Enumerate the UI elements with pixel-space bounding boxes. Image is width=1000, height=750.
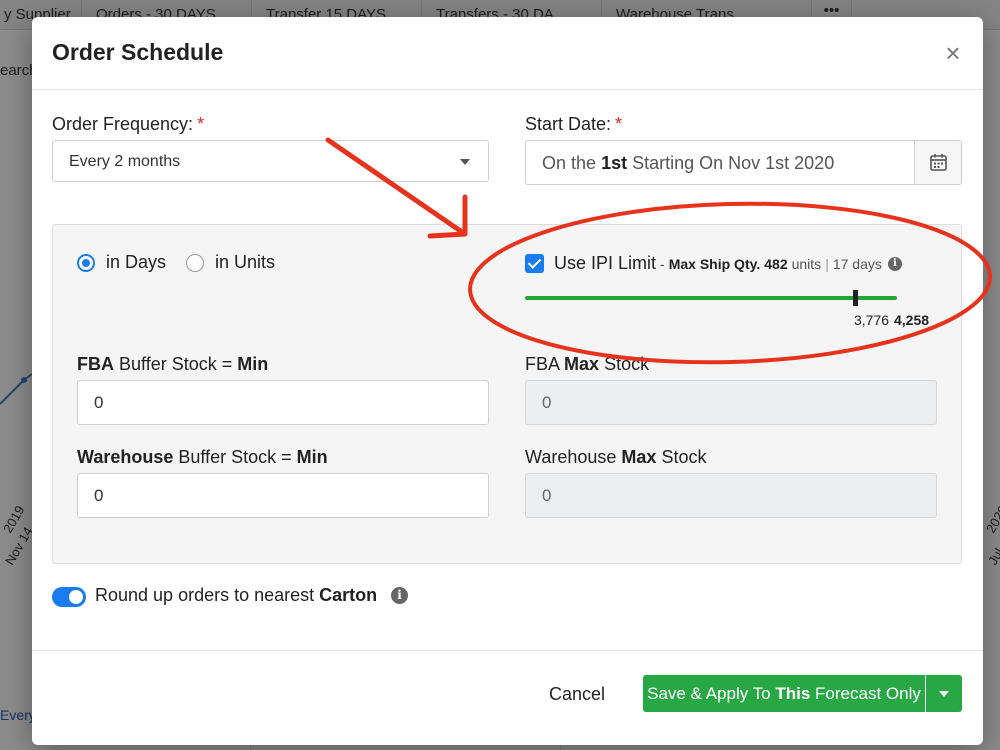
- radio-icon-unchecked: [186, 253, 204, 272]
- info-icon[interactable]: i: [391, 587, 408, 604]
- round-up-toggle[interactable]: [52, 587, 86, 607]
- ipi-limit-label: Use IPI Limit: [554, 253, 657, 273]
- round-up-label: Round up orders to nearest Carton: [95, 585, 378, 605]
- save-apply-button[interactable]: Save & Apply To This Forecast Only: [643, 675, 925, 712]
- order-frequency-value: Every 2 months: [69, 153, 181, 170]
- warehouse-max-label: Warehouse Max Stock: [525, 447, 707, 467]
- fba-max-label: FBA Max Stock: [525, 354, 650, 374]
- start-date-label: Start Date: *: [525, 114, 623, 134]
- max-ship-label: Max Ship Qty.: [668, 255, 761, 272]
- close-icon[interactable]: ×: [941, 39, 965, 67]
- max-ship-qty: 482: [764, 255, 788, 272]
- radio-in-days[interactable]: in Days: [77, 252, 166, 273]
- modal-header: Order Schedule ×: [32, 17, 983, 90]
- required-mark: *: [615, 114, 623, 134]
- order-frequency-label: Order Frequency: *: [52, 114, 205, 134]
- calendar-icon: [930, 154, 947, 171]
- radio-in-units[interactable]: in Units: [186, 252, 275, 273]
- warehouse-buffer-input[interactable]: 0: [77, 473, 489, 518]
- fba-buffer-input[interactable]: 0: [77, 380, 489, 425]
- info-icon[interactable]: i: [887, 256, 902, 271]
- ipi-slider-current: 3,776: [854, 312, 890, 328]
- radio-icon-checked: [77, 253, 95, 272]
- ipi-slider-track[interactable]: [525, 296, 897, 300]
- ipi-days: 17 days: [832, 255, 882, 272]
- fba-max-input: 0: [525, 380, 937, 425]
- warehouse-max-input: 0: [525, 473, 937, 518]
- chevron-down-icon: [460, 159, 470, 165]
- start-date-field[interactable]: On the 1st Starting On Nov 1st 2020: [525, 140, 915, 185]
- ipi-limit-row: Use IPI Limit - Max Ship Qty. 482 units …: [525, 253, 902, 274]
- fba-buffer-label: FBA Buffer Stock = Min: [77, 354, 269, 374]
- warehouse-buffer-label: Warehouse Buffer Stock = Min: [77, 447, 328, 467]
- calendar-button[interactable]: [914, 140, 962, 185]
- ipi-slider-handle[interactable]: [853, 290, 858, 306]
- ipi-slider-max: 4,258: [894, 312, 930, 328]
- ipi-limit-checkbox[interactable]: [525, 254, 544, 273]
- order-frequency-select[interactable]: Every 2 months: [52, 140, 489, 182]
- modal-title: Order Schedule: [52, 39, 224, 65]
- modal-footer-divider: [32, 650, 983, 651]
- start-date-day: 1st: [601, 153, 628, 173]
- order-schedule-modal: Order Schedule × Order Frequency: * Every…: [32, 17, 983, 745]
- save-options-dropdown-button[interactable]: [926, 675, 962, 712]
- cancel-button[interactable]: Cancel: [537, 679, 617, 709]
- required-mark: *: [197, 114, 205, 134]
